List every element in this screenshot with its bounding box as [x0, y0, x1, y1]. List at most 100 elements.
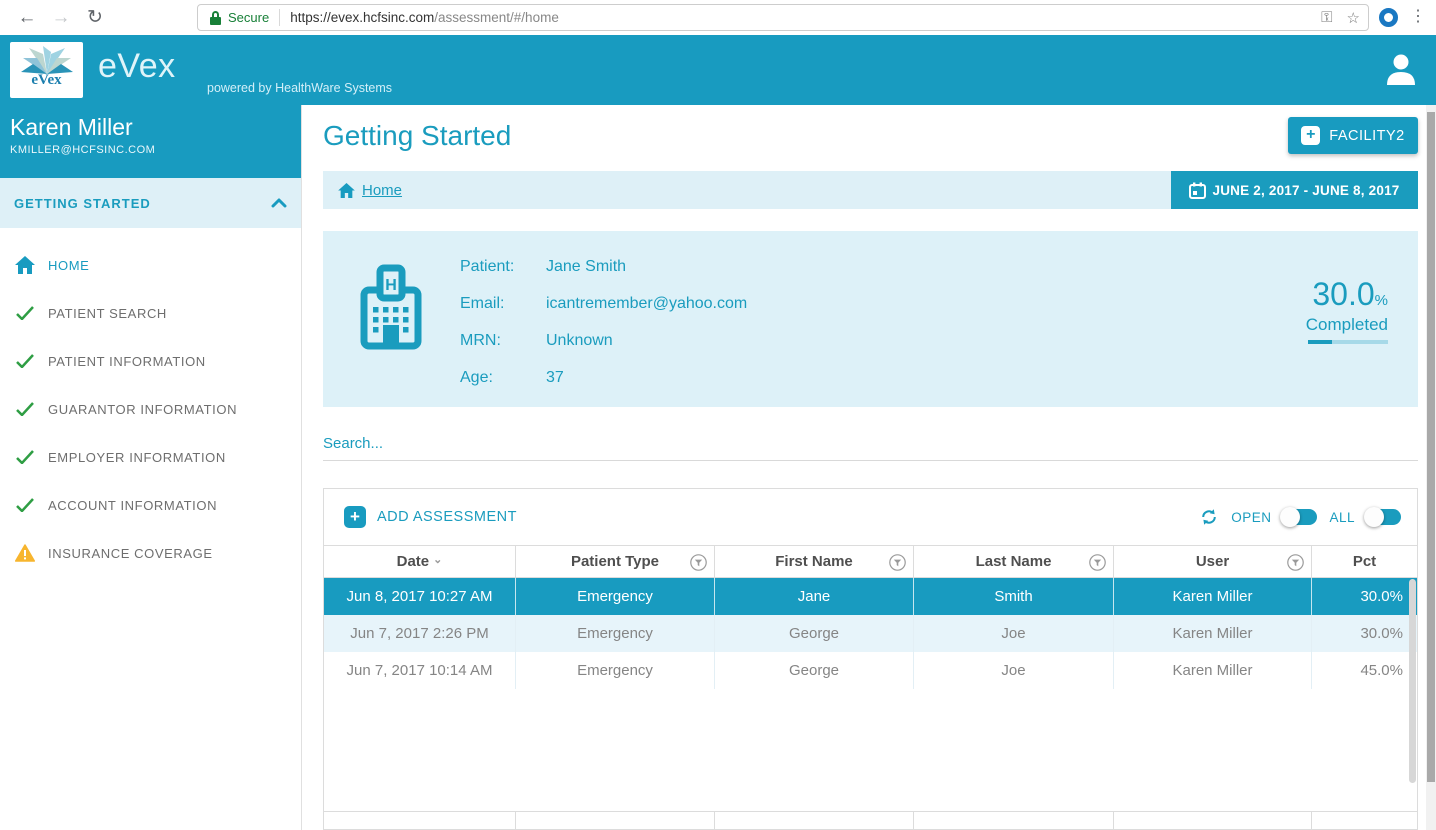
table-row[interactable]: Jun 7, 2017 2:26 PM Emergency George Joe…	[324, 615, 1417, 652]
add-assessment-label: ADD ASSESSMENT	[377, 509, 517, 525]
home-icon	[15, 256, 35, 274]
sidebar-item-employer-information[interactable]: EMPLOYER INFORMATION	[0, 433, 301, 481]
filter-icon[interactable]	[690, 554, 707, 571]
cell-user: Karen Miller	[1114, 615, 1312, 652]
patient-summary-card: H Patient:Jane Smith Email:icantremember…	[323, 231, 1418, 407]
completion-progress-bar	[1308, 340, 1388, 344]
cell-patient-type: Emergency	[516, 578, 715, 615]
plus-icon: +	[344, 506, 366, 528]
column-label: User	[1196, 553, 1229, 570]
column-header-pct[interactable]: Pct	[1312, 546, 1417, 577]
sidebar-item-label: HOME	[48, 258, 89, 273]
secure-label: Secure	[228, 10, 269, 25]
sidebar-item-label: PATIENT SEARCH	[48, 306, 167, 321]
main-content: Getting Started + FACILITY2 Home JUNE 2,…	[303, 105, 1426, 830]
column-label: Date	[397, 553, 430, 570]
cell-date: Jun 8, 2017 10:27 AM	[324, 578, 516, 615]
cell-user: Karen Miller	[1114, 578, 1312, 615]
cell-pct: 45.0%	[1312, 652, 1417, 689]
cell-first-name: George	[715, 615, 914, 652]
field-label: MRN:	[460, 332, 546, 350]
filter-icon[interactable]	[1287, 554, 1304, 571]
secure-padlock-icon	[210, 11, 221, 25]
browser-forward-icon[interactable]: →	[44, 7, 78, 29]
facility-button[interactable]: + FACILITY2	[1288, 117, 1418, 154]
field-label: Age:	[460, 369, 546, 387]
check-icon	[16, 354, 34, 368]
sidebar-item-account-information[interactable]: ACCOUNT INFORMATION	[0, 481, 301, 529]
cell-date: Jun 7, 2017 10:14 AM	[324, 652, 516, 689]
open-toggle-knob	[1280, 507, 1300, 527]
table-header-row: Date⌄ Patient Type First Name Last Name …	[324, 545, 1417, 578]
column-label: Last Name	[976, 553, 1052, 570]
column-header-last-name[interactable]: Last Name	[914, 546, 1114, 577]
address-bar[interactable]: Secure https://evex.hcfsinc.com/assessme…	[197, 4, 1369, 31]
page-scrollbar-thumb[interactable]	[1427, 112, 1435, 782]
table-scrollbar-thumb[interactable]	[1409, 579, 1416, 783]
extension-icon[interactable]	[1379, 8, 1398, 27]
cell-last-name: Joe	[914, 652, 1114, 689]
sidebar-menu: HOME PATIENT SEARCH PATIENT INFORMATION …	[0, 228, 301, 577]
browser-menu-icon[interactable]: ⋮	[1410, 6, 1426, 28]
patient-age-value: 37	[546, 369, 564, 387]
search-input[interactable]	[323, 435, 1418, 452]
sidebar-item-insurance-coverage[interactable]: INSURANCE COVERAGE	[0, 529, 301, 577]
sidebar-item-home[interactable]: HOME	[0, 241, 301, 289]
column-header-user[interactable]: User	[1114, 546, 1312, 577]
cell-patient-type: Emergency	[516, 615, 715, 652]
browser-toolbar: ← → ↻ Secure https://evex.hcfsinc.com/as…	[0, 0, 1436, 35]
app-header: eVex eVex powered by HealthWare Systems	[0, 35, 1436, 105]
breadcrumb-home-link[interactable]: Home	[338, 182, 402, 199]
patient-info-fields: Patient:Jane Smith Email:icantremember@y…	[460, 248, 747, 396]
browser-refresh-icon[interactable]: ↻	[78, 6, 112, 29]
sidebar-item-guarantor-information[interactable]: GUARANTOR INFORMATION	[0, 385, 301, 433]
cell-last-name: Joe	[914, 615, 1114, 652]
facility-button-label: FACILITY2	[1329, 128, 1404, 144]
date-range-label: JUNE 2, 2017 - JUNE 8, 2017	[1212, 183, 1399, 198]
column-header-date[interactable]: Date⌄	[324, 546, 516, 577]
add-assessment-button[interactable]: + ADD ASSESSMENT	[344, 506, 517, 528]
user-profile-icon[interactable]	[1384, 52, 1418, 88]
browser-back-icon[interactable]: ←	[10, 7, 44, 29]
sidebar-item-label: ACCOUNT INFORMATION	[48, 498, 217, 513]
hospital-icon: H	[357, 263, 425, 353]
filter-icon[interactable]	[1089, 554, 1106, 571]
column-header-patient-type[interactable]: Patient Type	[516, 546, 715, 577]
password-key-icon[interactable]: ⚿	[1321, 9, 1332, 26]
home-icon	[338, 183, 355, 198]
open-toggle[interactable]	[1283, 509, 1317, 525]
brand-title: eVex	[98, 47, 176, 86]
cell-first-name: Jane	[715, 578, 914, 615]
search-field-row	[323, 435, 1418, 461]
add-facility-icon: +	[1301, 126, 1320, 145]
column-header-first-name[interactable]: First Name	[715, 546, 914, 577]
user-name: Karen Miller	[10, 114, 291, 141]
sidebar-user-block: Karen Miller KMILLER@HCFSINC.COM	[0, 105, 301, 178]
table-row[interactable]: Jun 7, 2017 10:14 AM Emergency George Jo…	[324, 652, 1417, 689]
sidebar-item-label: GUARANTOR INFORMATION	[48, 402, 237, 417]
all-toggle-knob	[1364, 507, 1384, 527]
all-toggle[interactable]	[1367, 509, 1401, 525]
table-row[interactable]: Jun 8, 2017 10:27 AM Emergency Jane Smit…	[324, 578, 1417, 615]
assessments-table: + ADD ASSESSMENT OPEN ALL Date⌄ Patient …	[323, 488, 1418, 830]
calendar-icon	[1189, 182, 1206, 199]
check-icon	[16, 402, 34, 416]
sidebar-item-patient-search[interactable]: PATIENT SEARCH	[0, 289, 301, 337]
cell-last-name: Smith	[914, 578, 1114, 615]
cell-pct: 30.0%	[1312, 615, 1417, 652]
bookmark-star-icon[interactable]: ☆	[1347, 9, 1360, 27]
filter-icon[interactable]	[889, 554, 906, 571]
chevron-up-icon	[271, 198, 287, 208]
column-label: First Name	[775, 553, 853, 570]
sidebar-item-patient-information[interactable]: PATIENT INFORMATION	[0, 337, 301, 385]
completion-label: Completed	[1278, 315, 1388, 335]
powered-by-text: powered by HealthWare Systems	[207, 81, 392, 95]
page-scrollbar[interactable]	[1426, 105, 1436, 830]
sort-caret-icon: ⌄	[433, 553, 442, 566]
sidebar-section-getting-started[interactable]: GETTING STARTED	[0, 178, 301, 228]
section-label: GETTING STARTED	[14, 196, 151, 211]
date-range-picker[interactable]: JUNE 2, 2017 - JUNE 8, 2017	[1171, 171, 1418, 209]
refresh-icon[interactable]	[1199, 507, 1219, 527]
field-label: Patient:	[460, 258, 546, 276]
evex-logo[interactable]: eVex	[10, 42, 83, 98]
